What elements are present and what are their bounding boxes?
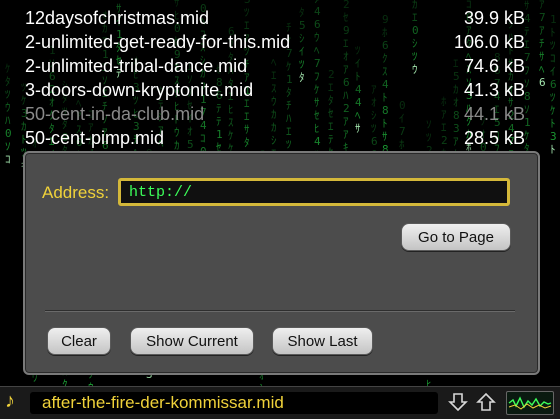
file-row[interactable]: 2-unlimited-get-ready-for-this.mid 106.0… bbox=[0, 30, 560, 54]
now-playing-bar: ♪ after-the-fire-der-kommissar.mid bbox=[0, 386, 560, 419]
file-size: 41.3 kB bbox=[463, 80, 525, 100]
matrix-glyph: ｺ bbox=[5, 153, 11, 166]
arrow-down-icon[interactable] bbox=[446, 390, 470, 414]
file-size: 74.6 kB bbox=[463, 56, 525, 76]
now-playing-track: after-the-fire-der-kommissar.mid bbox=[42, 393, 284, 412]
clear-button[interactable]: Clear bbox=[47, 327, 111, 355]
show-current-button[interactable]: Show Current bbox=[130, 327, 254, 355]
file-name: 12daysofchristmas.mid bbox=[25, 8, 210, 28]
file-row[interactable]: 3-doors-down-kryptonite.mid 41.3 kB bbox=[0, 78, 560, 102]
file-name: 2-unlimited-tribal-dance.mid bbox=[25, 56, 248, 76]
file-row[interactable]: 2-unlimited-tribal-dance.mid 74.6 kB bbox=[0, 54, 560, 78]
go-to-page-button[interactable]: Go to Page bbox=[401, 223, 511, 251]
open-url-dialog: Address: Go to Page Clear Show Current S… bbox=[23, 151, 540, 375]
file-size: 106.0 kB bbox=[453, 32, 525, 52]
music-note-icon: ♪ bbox=[5, 390, 15, 412]
address-input[interactable] bbox=[118, 178, 510, 206]
file-row[interactable]: 50-cent-pimp.mid 28.5 kB bbox=[0, 126, 560, 150]
file-size: 28.5 kB bbox=[463, 128, 525, 148]
waveform-visualizer-icon[interactable] bbox=[506, 391, 554, 415]
file-name: 50-cent-in-da-club.mid bbox=[25, 104, 205, 124]
file-name: 50-cent-pimp.mid bbox=[25, 128, 165, 148]
divider bbox=[45, 310, 515, 312]
address-label: Address: bbox=[42, 183, 110, 202]
now-playing-field[interactable]: after-the-fire-der-kommissar.mid bbox=[30, 392, 438, 414]
show-last-button[interactable]: Show Last bbox=[272, 327, 373, 355]
arrow-up-icon[interactable] bbox=[474, 390, 498, 414]
file-name: 2-unlimited-get-ready-for-this.mid bbox=[25, 32, 291, 52]
file-size: 44.1 kB bbox=[463, 104, 525, 124]
file-name: 3-doors-down-kryptonite.mid bbox=[25, 80, 254, 100]
file-row[interactable]: 50-cent-in-da-club.mid 44.1 kB bbox=[0, 102, 560, 126]
file-size: 39.9 kB bbox=[463, 8, 525, 28]
file-row[interactable]: 12daysofchristmas.mid 39.9 kB bbox=[0, 6, 560, 30]
